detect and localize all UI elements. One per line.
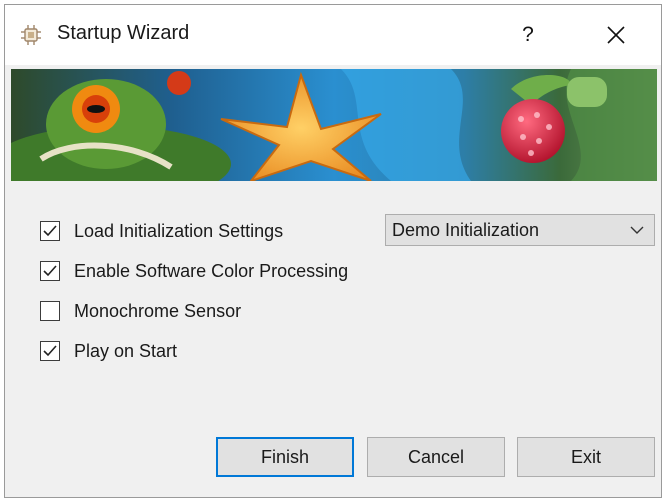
checkbox-box[interactable] bbox=[40, 221, 60, 241]
title-bar: Startup Wizard ? bbox=[5, 5, 661, 65]
help-button[interactable]: ? bbox=[505, 17, 551, 53]
checkbox-box[interactable] bbox=[40, 261, 60, 281]
checkbox-box[interactable] bbox=[40, 301, 60, 321]
checkbox-label: Enable Software Color Processing bbox=[74, 260, 349, 281]
checkmark-icon bbox=[43, 265, 57, 277]
checkbox-label: Load Initialization Settings bbox=[74, 220, 284, 241]
checkmark-icon bbox=[43, 225, 57, 237]
checkbox-label: Play on Start bbox=[74, 340, 178, 361]
initialization-select-value: Demo Initialization bbox=[392, 219, 540, 240]
load-initialization-settings-checkbox[interactable]: Load Initialization Settings bbox=[40, 219, 283, 243]
initialization-select[interactable]: Demo Initialization bbox=[385, 214, 655, 246]
enable-software-color-processing-checkbox[interactable]: Enable Software Color Processing bbox=[40, 259, 348, 283]
chip-icon bbox=[21, 25, 41, 45]
finish-button[interactable]: Finish bbox=[216, 437, 354, 477]
startup-wizard-window: Startup Wizard ? Load Initialization Set… bbox=[4, 4, 662, 498]
checkbox-label: Monochrome Sensor bbox=[74, 300, 242, 321]
cancel-button[interactable]: Cancel bbox=[367, 437, 505, 477]
chevron-down-icon bbox=[630, 226, 644, 234]
close-icon bbox=[607, 26, 625, 44]
play-on-start-checkbox[interactable]: Play on Start bbox=[40, 339, 177, 363]
close-button[interactable] bbox=[593, 17, 639, 53]
window-title: Startup Wizard bbox=[57, 22, 190, 44]
monochrome-sensor-checkbox[interactable]: Monochrome Sensor bbox=[40, 299, 241, 323]
checkmark-icon bbox=[43, 345, 57, 357]
banner-image bbox=[11, 69, 657, 181]
checkbox-box[interactable] bbox=[40, 341, 60, 361]
exit-button[interactable]: Exit bbox=[517, 437, 655, 477]
